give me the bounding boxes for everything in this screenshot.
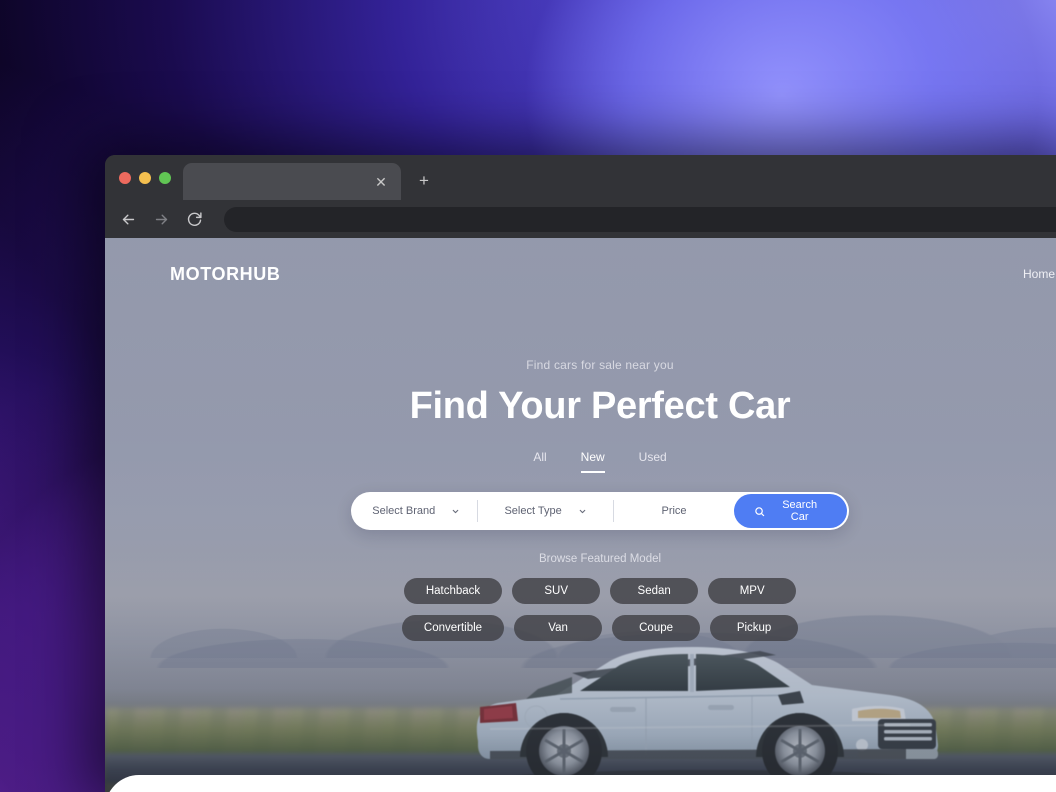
nav-link-home[interactable]: Home: [1023, 267, 1055, 281]
featured-models-label: Browse Featured Model: [538, 553, 662, 565]
hero-section: Find cars for sale near you Find Your Pe…: [105, 358, 1056, 652]
chip-coupe[interactable]: Coupe: [612, 615, 701, 641]
nav-links: Home: [1023, 267, 1055, 281]
desktop-backdrop: ✕ + MOTORHUB Home Find cars for sale nea…: [0, 0, 1056, 792]
chevron-down-icon: [451, 507, 460, 516]
arrow-left-icon[interactable]: [119, 210, 137, 228]
tab-new[interactable]: New: [580, 450, 605, 473]
tab-used[interactable]: Used: [639, 450, 667, 473]
select-brand-value: Select Brand: [372, 505, 436, 517]
window-controls: [117, 155, 183, 200]
maximize-window-button[interactable]: [159, 171, 171, 184]
chip-hatchback[interactable]: Hatchback: [403, 578, 503, 604]
chip-van[interactable]: Van: [514, 615, 603, 641]
minimize-window-button[interactable]: [139, 171, 151, 184]
condition-tabs: All New Used: [105, 450, 1056, 473]
select-type-value: Select Type: [504, 505, 562, 517]
site-logo[interactable]: MOTORHUB: [170, 264, 280, 285]
reload-icon[interactable]: [185, 210, 203, 228]
next-section-card: [105, 775, 1056, 792]
page-title: Find Your Perfect Car: [409, 385, 791, 427]
browser-tab-strip: ✕ +: [105, 155, 1056, 200]
chip-convertible[interactable]: Convertible: [401, 615, 505, 641]
car-search-bar: Select Brand Select Type Price Search Ca…: [351, 492, 849, 530]
browser-toolbar: [105, 200, 1056, 238]
arrow-right-icon[interactable]: [152, 210, 170, 228]
select-brand-dropdown[interactable]: Select Brand: [351, 492, 477, 530]
search-car-button[interactable]: Search Car: [734, 494, 847, 528]
plus-icon[interactable]: +: [419, 172, 429, 189]
chip-row-2: Convertible Van Coupe Pickup: [105, 615, 1056, 641]
search-icon: [754, 506, 765, 517]
chip-suv[interactable]: SUV: [512, 578, 601, 604]
chip-sedan[interactable]: Sedan: [610, 578, 699, 604]
address-bar[interactable]: [224, 206, 1056, 232]
browser-window: ✕ + MOTORHUB Home Find cars for sale nea…: [105, 155, 1056, 792]
site-navbar: MOTORHUB Home: [105, 252, 1056, 296]
close-window-button[interactable]: [119, 171, 131, 184]
chip-row-1: Hatchback SUV Sedan MPV: [105, 578, 1056, 604]
page-viewport: MOTORHUB Home Find cars for sale near yo…: [105, 238, 1056, 792]
search-car-button-label: Search Car: [782, 499, 818, 523]
close-icon[interactable]: ✕: [373, 175, 389, 189]
tab-all[interactable]: All: [533, 450, 546, 473]
featured-model-chips: Hatchback SUV Sedan MPV Convertible Van …: [105, 578, 1056, 641]
price-input[interactable]: Price: [614, 492, 735, 530]
browser-tab[interactable]: ✕: [183, 163, 401, 200]
chip-mpv[interactable]: MPV: [708, 578, 797, 604]
select-type-dropdown[interactable]: Select Type: [478, 492, 612, 530]
chevron-down-icon: [578, 507, 587, 516]
chip-pickup[interactable]: Pickup: [710, 615, 799, 641]
hero-eyebrow: Find cars for sale near you: [526, 358, 674, 372]
